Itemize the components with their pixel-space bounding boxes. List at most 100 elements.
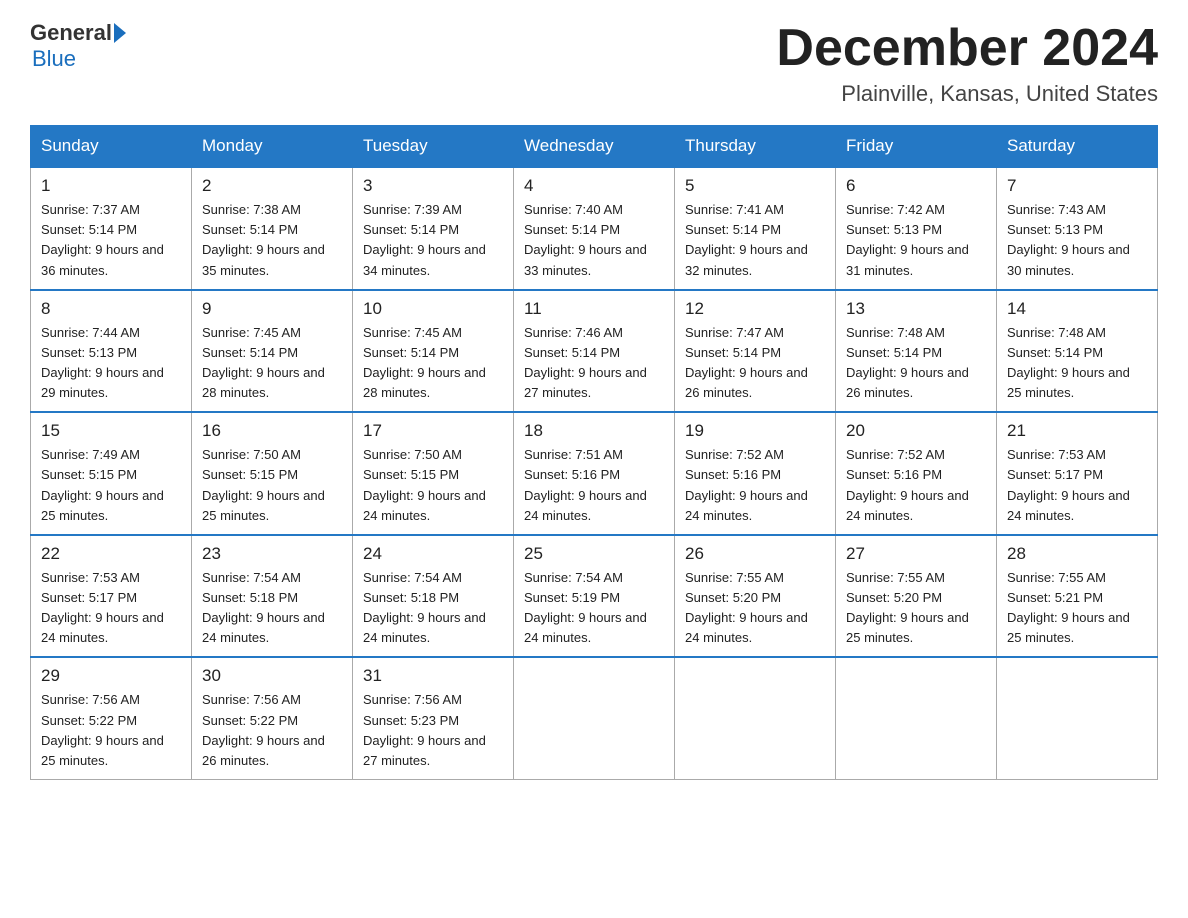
day-number: 30 — [202, 666, 342, 686]
day-number: 19 — [685, 421, 825, 441]
week-row-5: 29Sunrise: 7:56 AMSunset: 5:22 PMDayligh… — [31, 657, 1158, 779]
calendar-cell: 8Sunrise: 7:44 AMSunset: 5:13 PMDaylight… — [31, 290, 192, 413]
day-detail: Sunrise: 7:46 AMSunset: 5:14 PMDaylight:… — [524, 323, 664, 404]
calendar-cell: 9Sunrise: 7:45 AMSunset: 5:14 PMDaylight… — [192, 290, 353, 413]
day-number: 27 — [846, 544, 986, 564]
day-detail: Sunrise: 7:50 AMSunset: 5:15 PMDaylight:… — [202, 445, 342, 526]
day-number: 29 — [41, 666, 181, 686]
day-detail: Sunrise: 7:45 AMSunset: 5:14 PMDaylight:… — [363, 323, 503, 404]
logo-blue-text: Blue — [32, 46, 76, 72]
calendar-cell: 15 Sunrise: 7:49 AMSunset: 5:15 PMDayligh… — [31, 412, 192, 535]
weekday-header-row: SundayMondayTuesdayWednesdayThursdayFrid… — [31, 126, 1158, 168]
calendar-cell: 22Sunrise: 7:53 AMSunset: 5:17 PMDayligh… — [31, 535, 192, 658]
day-number: 13 — [846, 299, 986, 319]
calendar-cell: 24Sunrise: 7:54 AMSunset: 5:18 PMDayligh… — [353, 535, 514, 658]
calendar-cell: 7Sunrise: 7:43 AMSunset: 5:13 PMDaylight… — [997, 167, 1158, 290]
day-detail: Sunrise: 7:49 AMSunset: 5:15 PMDaylight:… — [41, 445, 181, 526]
day-number: 5 — [685, 176, 825, 196]
week-row-2: 8Sunrise: 7:44 AMSunset: 5:13 PMDaylight… — [31, 290, 1158, 413]
day-number: 1 — [41, 176, 181, 196]
day-number: 11 — [524, 299, 664, 319]
day-number: 8 — [41, 299, 181, 319]
day-number: 9 — [202, 299, 342, 319]
day-number: 4 — [524, 176, 664, 196]
week-row-1: 1 Sunrise: 7:37 AMSunset: 5:14 PMDaylight… — [31, 167, 1158, 290]
day-detail: Sunrise: 7:48 AMSunset: 5:14 PMDaylight:… — [1007, 323, 1147, 404]
day-detail: Sunrise: 7:40 AMSunset: 5:14 PMDaylight:… — [524, 200, 664, 281]
calendar-cell: 27 Sunrise: 7:55 AMSunset: 5:20 PMDayligh… — [836, 535, 997, 658]
week-row-3: 15 Sunrise: 7:49 AMSunset: 5:15 PMDayligh… — [31, 412, 1158, 535]
day-number: 12 — [685, 299, 825, 319]
day-detail: Sunrise: 7:54 AMSunset: 5:18 PMDaylight:… — [363, 568, 503, 649]
day-number: 10 — [363, 299, 503, 319]
day-detail: Sunrise: 7:41 AMSunset: 5:14 PMDaylight:… — [685, 200, 825, 281]
calendar-cell: 5 Sunrise: 7:41 AMSunset: 5:14 PMDaylight… — [675, 167, 836, 290]
day-number: 22 — [41, 544, 181, 564]
weekday-header-friday: Friday — [836, 126, 997, 168]
day-detail: Sunrise: 7:52 AMSunset: 5:16 PMDaylight:… — [685, 445, 825, 526]
calendar-cell: 17 Sunrise: 7:50 AMSunset: 5:15 PMDayligh… — [353, 412, 514, 535]
location-title: Plainville, Kansas, United States — [776, 81, 1158, 107]
day-number: 7 — [1007, 176, 1147, 196]
day-detail: Sunrise: 7:48 AMSunset: 5:14 PMDaylight:… — [846, 323, 986, 404]
day-detail: Sunrise: 7:55 AMSunset: 5:20 PMDaylight:… — [846, 568, 986, 649]
day-number: 2 — [202, 176, 342, 196]
day-detail: Sunrise: 7:42 AMSunset: 5:13 PMDaylight:… — [846, 200, 986, 281]
calendar-cell: 4 Sunrise: 7:40 AMSunset: 5:14 PMDaylight… — [514, 167, 675, 290]
day-detail: Sunrise: 7:52 AMSunset: 5:16 PMDaylight:… — [846, 445, 986, 526]
day-detail: Sunrise: 7:51 AMSunset: 5:16 PMDaylight:… — [524, 445, 664, 526]
calendar-cell: 25 Sunrise: 7:54 AMSunset: 5:19 PMDayligh… — [514, 535, 675, 658]
calendar-table: SundayMondayTuesdayWednesdayThursdayFrid… — [30, 125, 1158, 780]
day-number: 15 — [41, 421, 181, 441]
calendar-cell: 3Sunrise: 7:39 AMSunset: 5:14 PMDaylight… — [353, 167, 514, 290]
day-number: 25 — [524, 544, 664, 564]
weekday-header-saturday: Saturday — [997, 126, 1158, 168]
calendar-cell: 20 Sunrise: 7:52 AMSunset: 5:16 PMDayligh… — [836, 412, 997, 535]
calendar-cell: 26Sunrise: 7:55 AMSunset: 5:20 PMDayligh… — [675, 535, 836, 658]
day-detail: Sunrise: 7:39 AMSunset: 5:14 PMDaylight:… — [363, 200, 503, 281]
calendar-cell: 14Sunrise: 7:48 AMSunset: 5:14 PMDayligh… — [997, 290, 1158, 413]
page-header: General Blue December 2024 Plainville, K… — [30, 20, 1158, 107]
day-detail: Sunrise: 7:47 AMSunset: 5:14 PMDaylight:… — [685, 323, 825, 404]
month-title: December 2024 — [776, 20, 1158, 77]
title-area: December 2024 Plainville, Kansas, United… — [776, 20, 1158, 107]
weekday-header-monday: Monday — [192, 126, 353, 168]
day-number: 23 — [202, 544, 342, 564]
day-detail: Sunrise: 7:56 AMSunset: 5:23 PMDaylight:… — [363, 690, 503, 771]
weekday-header-wednesday: Wednesday — [514, 126, 675, 168]
calendar-cell: 2 Sunrise: 7:38 AMSunset: 5:14 PMDaylight… — [192, 167, 353, 290]
calendar-cell: 16Sunrise: 7:50 AMSunset: 5:15 PMDayligh… — [192, 412, 353, 535]
day-number: 17 — [363, 421, 503, 441]
calendar-cell: 13 Sunrise: 7:48 AMSunset: 5:14 PMDayligh… — [836, 290, 997, 413]
day-detail: Sunrise: 7:38 AMSunset: 5:14 PMDaylight:… — [202, 200, 342, 281]
logo-general-text: General — [30, 20, 112, 46]
calendar-cell: 21Sunrise: 7:53 AMSunset: 5:17 PMDayligh… — [997, 412, 1158, 535]
calendar-cell: 29Sunrise: 7:56 AMSunset: 5:22 PMDayligh… — [31, 657, 192, 779]
day-detail: Sunrise: 7:55 AMSunset: 5:20 PMDaylight:… — [685, 568, 825, 649]
logo: General Blue — [30, 20, 126, 72]
calendar-cell: 10 Sunrise: 7:45 AMSunset: 5:14 PMDayligh… — [353, 290, 514, 413]
weekday-header-thursday: Thursday — [675, 126, 836, 168]
day-number: 21 — [1007, 421, 1147, 441]
day-number: 18 — [524, 421, 664, 441]
calendar-cell: 18 Sunrise: 7:51 AMSunset: 5:16 PMDayligh… — [514, 412, 675, 535]
calendar-cell — [514, 657, 675, 779]
day-number: 6 — [846, 176, 986, 196]
week-row-4: 22Sunrise: 7:53 AMSunset: 5:17 PMDayligh… — [31, 535, 1158, 658]
calendar-cell: 30Sunrise: 7:56 AMSunset: 5:22 PMDayligh… — [192, 657, 353, 779]
day-number: 31 — [363, 666, 503, 686]
calendar-cell — [836, 657, 997, 779]
day-detail: Sunrise: 7:37 AMSunset: 5:14 PMDaylight:… — [41, 200, 181, 281]
calendar-cell: 23 Sunrise: 7:54 AMSunset: 5:18 PMDayligh… — [192, 535, 353, 658]
day-detail: Sunrise: 7:50 AMSunset: 5:15 PMDaylight:… — [363, 445, 503, 526]
calendar-cell: 6 Sunrise: 7:42 AMSunset: 5:13 PMDaylight… — [836, 167, 997, 290]
day-number: 20 — [846, 421, 986, 441]
weekday-header-tuesday: Tuesday — [353, 126, 514, 168]
calendar-cell: 12 Sunrise: 7:47 AMSunset: 5:14 PMDayligh… — [675, 290, 836, 413]
calendar-cell: 11 Sunrise: 7:46 AMSunset: 5:14 PMDayligh… — [514, 290, 675, 413]
calendar-cell: 31 Sunrise: 7:56 AMSunset: 5:23 PMDayligh… — [353, 657, 514, 779]
calendar-cell: 19 Sunrise: 7:52 AMSunset: 5:16 PMDayligh… — [675, 412, 836, 535]
calendar-cell: 1 Sunrise: 7:37 AMSunset: 5:14 PMDaylight… — [31, 167, 192, 290]
day-detail: Sunrise: 7:54 AMSunset: 5:19 PMDaylight:… — [524, 568, 664, 649]
day-detail: Sunrise: 7:54 AMSunset: 5:18 PMDaylight:… — [202, 568, 342, 649]
